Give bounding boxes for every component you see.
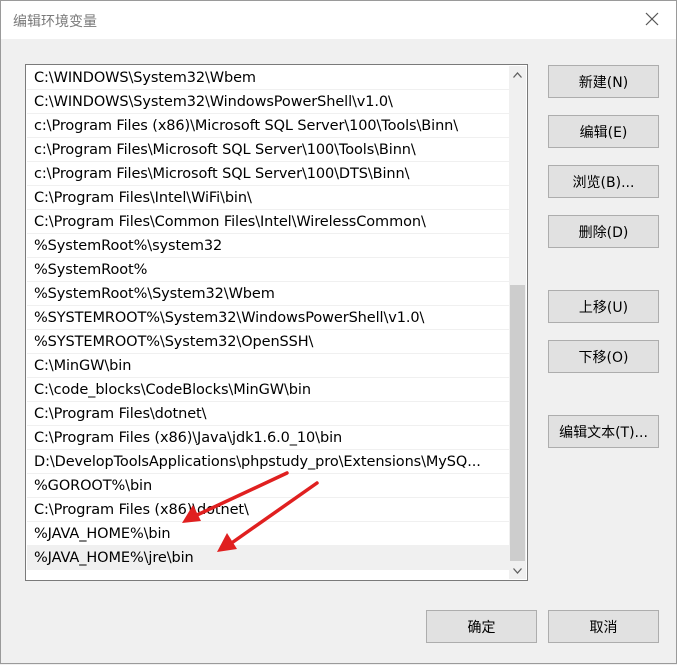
edit-button[interactable]: 编辑(E) [548, 115, 659, 148]
ok-button[interactable]: 确定 [426, 610, 537, 643]
path-list-item[interactable]: C:\Program Files\Common Files\Intel\Wire… [27, 210, 509, 234]
path-list-item[interactable]: c:\Program Files\Microsoft SQL Server\10… [27, 162, 509, 186]
path-list-item[interactable]: %SystemRoot%\System32\Wbem [27, 282, 509, 306]
path-list-item[interactable]: %SYSTEMROOT%\System32\OpenSSH\ [27, 330, 509, 354]
scroll-down-button[interactable] [509, 562, 526, 579]
close-button[interactable] [638, 5, 666, 33]
move-up-button[interactable]: 上移(U) [548, 290, 659, 323]
new-button[interactable]: 新建(N) [548, 65, 659, 98]
edit-env-variable-dialog: 编辑环境变量 C:\WINDOWS\System32\Wbem C:\WINDOW… [0, 0, 677, 664]
move-down-button[interactable]: 下移(O) [548, 340, 659, 373]
path-list-item[interactable]: C:\code_blocks\CodeBlocks\MinGW\bin [27, 378, 509, 402]
path-list-item[interactable]: %JAVA_HOME%\bin [27, 522, 509, 546]
chevron-down-icon [513, 567, 522, 574]
scroll-thumb[interactable] [510, 285, 525, 561]
path-list-item[interactable]: C:\MinGW\bin [27, 354, 509, 378]
path-list-item[interactable]: %SystemRoot%\system32 [27, 234, 509, 258]
dialog-title: 编辑环境变量 [13, 14, 97, 30]
title-bar: 编辑环境变量 [1, 1, 676, 39]
chevron-up-icon [513, 71, 522, 78]
path-list-item[interactable]: C:\Program Files\dotnet\ [27, 402, 509, 426]
cancel-button[interactable]: 取消 [548, 610, 659, 643]
path-list-item[interactable]: c:\Program Files\Microsoft SQL Server\10… [27, 138, 509, 162]
path-list-item[interactable]: D:\DevelopToolsApplications\phpstudy_pro… [27, 450, 509, 474]
path-list-item[interactable]: C:\Program Files (x86)\dotnet\ [27, 498, 509, 522]
path-listbox[interactable]: C:\WINDOWS\System32\Wbem C:\WINDOWS\Syste… [25, 64, 528, 581]
path-list-item[interactable]: c:\Program Files (x86)\Microsoft SQL Ser… [27, 114, 509, 138]
scroll-up-button[interactable] [509, 66, 526, 83]
browse-button[interactable]: 浏览(B)... [548, 165, 659, 198]
path-list-item[interactable]: C:\WINDOWS\System32\Wbem [27, 66, 509, 90]
vertical-scrollbar[interactable] [509, 66, 526, 579]
path-list-item[interactable]: %JAVA_HOME%\jre\bin [27, 546, 509, 570]
path-list-item[interactable]: %SYSTEMROOT%\System32\WindowsPowerShell\… [27, 306, 509, 330]
path-list-item[interactable]: C:\Program Files\Intel\WiFi\bin\ [27, 186, 509, 210]
path-list-item[interactable]: C:\Program Files (x86)\Java\jdk1.6.0_10\… [27, 426, 509, 450]
path-list-item[interactable]: %GOROOT%\bin [27, 474, 509, 498]
delete-button[interactable]: 删除(D) [548, 215, 659, 248]
path-list-item[interactable]: %SystemRoot% [27, 258, 509, 282]
close-icon [645, 12, 659, 26]
edit-text-button[interactable]: 编辑文本(T)... [548, 415, 659, 448]
path-list-items: C:\WINDOWS\System32\Wbem C:\WINDOWS\Syste… [27, 66, 509, 570]
path-list-item[interactable]: C:\WINDOWS\System32\WindowsPowerShell\v1… [27, 90, 509, 114]
